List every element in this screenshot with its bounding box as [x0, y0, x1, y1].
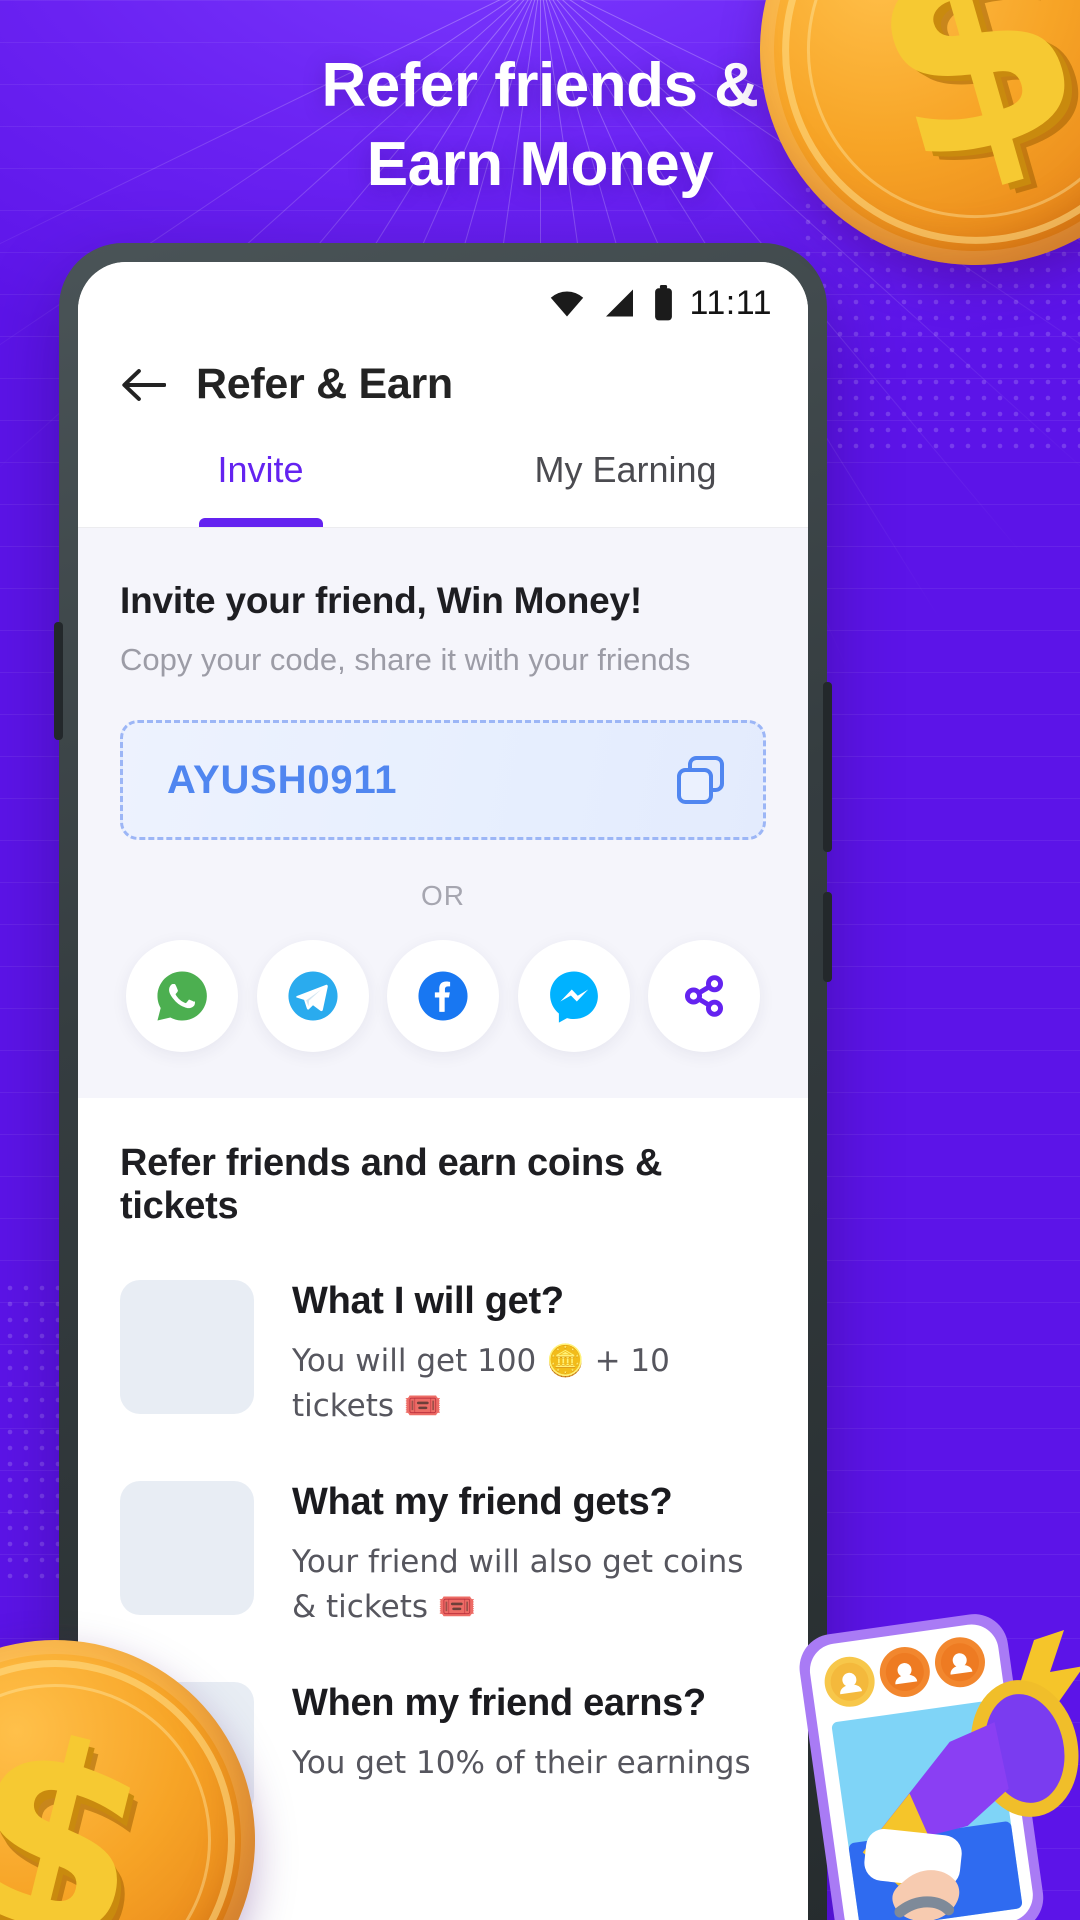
benefit-thumbnail — [120, 1480, 254, 1615]
telegram-icon — [287, 971, 338, 1021]
tab-my-earning-label: My Earning — [534, 449, 717, 490]
referral-code-box[interactable]: AYUSH0911 — [120, 720, 766, 840]
tab-invite[interactable]: Invite — [78, 435, 443, 527]
invite-heading: Invite your friend, Win Money! — [120, 580, 642, 621]
tab-bar: Invite My Earning — [78, 435, 808, 528]
benefit-item: What I will get? You will get 100 🪙 + 10… — [120, 1280, 766, 1429]
status-bar: 11:11 — [78, 262, 808, 328]
or-divider-label: OR — [421, 880, 465, 911]
share-facebook-button[interactable] — [387, 940, 499, 1052]
status-bar-time: 11:11 — [689, 283, 772, 322]
tab-invite-label: Invite — [217, 449, 304, 490]
benefits-title: Refer friends and earn coins & tickets — [120, 1142, 663, 1227]
benefit-item: What my friend gets? Your friend will al… — [120, 1480, 766, 1630]
app-bar: Refer & Earn — [78, 328, 808, 435]
share-whatsapp-button[interactable] — [126, 940, 238, 1052]
benefit-title: When my friend earns? — [292, 1681, 706, 1724]
share-targets-row — [120, 940, 766, 1052]
benefit-description: You get 10% of their earnings — [292, 1744, 751, 1781]
messenger-icon — [549, 971, 598, 1023]
page-title: Refer & Earn — [196, 360, 453, 408]
volume-button — [54, 622, 63, 740]
facebook-icon — [418, 971, 468, 1021]
benefit-description: Your friend will also get coins & ticket… — [292, 1543, 744, 1625]
share-telegram-button[interactable] — [256, 940, 369, 1052]
power-button — [823, 682, 832, 852]
copy-icon[interactable] — [675, 754, 727, 806]
tab-my-earning[interactable]: My Earning — [443, 435, 808, 527]
side-button — [823, 892, 832, 982]
invite-panel: Invite your friend, Win Money! Copy your… — [78, 528, 808, 1098]
referral-code-value: AYUSH0911 — [167, 757, 398, 802]
benefit-description: You will get 100 🪙 + 10 tickets 🎟️ — [292, 1343, 670, 1424]
wifi-icon — [547, 288, 587, 318]
share-icon — [684, 975, 724, 1017]
benefit-title: What my friend gets? — [292, 1480, 673, 1523]
share-more-button[interactable] — [648, 940, 760, 1052]
benefit-thumbnail — [120, 1280, 254, 1414]
signal-icon — [601, 288, 638, 318]
benefit-title: What I will get? — [292, 1280, 564, 1322]
invite-subheading: Copy your code, share it with your frien… — [120, 642, 691, 677]
share-messenger-button[interactable] — [517, 940, 630, 1052]
back-arrow-icon[interactable] — [120, 365, 167, 405]
battery-icon — [652, 285, 675, 321]
whatsapp-icon — [157, 971, 207, 1021]
